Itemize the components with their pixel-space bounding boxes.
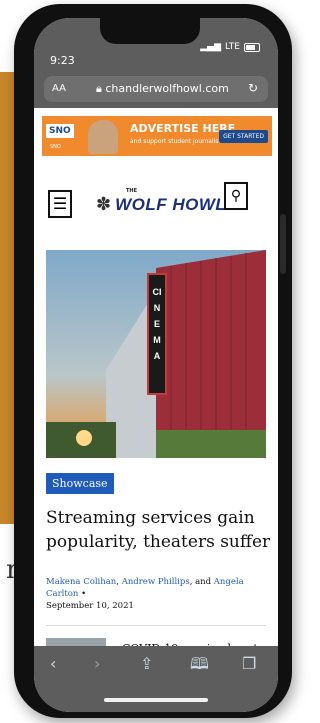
browser-toolbar: ‹ › ⇪ 🕮︎ ❐ bbox=[34, 646, 278, 712]
phone-side-button bbox=[280, 214, 286, 274]
browser-url-bar: AA 🔒︎ chandlerwolfhowl.com ↻ bbox=[34, 74, 278, 108]
hamburger-icon: ☰ bbox=[52, 194, 68, 213]
paw-icon: ✽ bbox=[96, 194, 112, 215]
article-headline[interactable]: Streaming services gain popularity, thea… bbox=[46, 506, 272, 554]
address-field[interactable]: AA 🔒︎ chandlerwolfhowl.com ↻ bbox=[44, 76, 268, 102]
signal-icon: ▂▄▆ bbox=[200, 42, 222, 52]
phone-screen: 9:23 ▂▄▆ LTE AA 🔒︎ chandlerwolfhowl.com … bbox=[34, 18, 278, 712]
search-icon: ⚲ bbox=[230, 188, 242, 204]
status-time: 9:23 bbox=[50, 54, 75, 67]
logo-text: WOLF HOWL bbox=[115, 194, 227, 214]
phone-notch bbox=[100, 18, 200, 44]
author-link[interactable]: Makena Colihan bbox=[46, 577, 116, 587]
ad-subtitle: and support student journalism bbox=[130, 138, 225, 145]
status-indicators: ▂▄▆ LTE bbox=[200, 42, 260, 52]
logo-small-text: THE bbox=[126, 188, 138, 194]
home-indicator[interactable] bbox=[104, 698, 208, 702]
byline-separator: , and bbox=[189, 577, 214, 587]
share-icon[interactable]: ⇪ bbox=[140, 656, 153, 672]
divider bbox=[46, 625, 266, 626]
menu-button[interactable]: ☰ bbox=[48, 190, 72, 218]
byline-separator: • bbox=[78, 589, 87, 599]
battery-icon bbox=[244, 42, 260, 52]
hero-image[interactable]: CINEMA bbox=[46, 250, 266, 458]
tabs-icon[interactable]: ❐ bbox=[242, 656, 256, 672]
ad-sno-subtext: SNO bbox=[50, 144, 61, 150]
site-logo[interactable]: ✽ THE WOLF HOWL bbox=[96, 188, 227, 215]
url-display[interactable]: 🔒︎ chandlerwolfhowl.com bbox=[96, 82, 229, 96]
cinema-sign: CINEMA bbox=[152, 287, 162, 361]
network-label: LTE bbox=[225, 42, 240, 52]
chevron-left-icon[interactable]: ‹ bbox=[50, 656, 56, 672]
category-tag[interactable]: Showcase bbox=[46, 473, 114, 494]
reload-icon[interactable]: ↻ bbox=[248, 81, 258, 95]
reader-settings-button[interactable]: AA bbox=[52, 83, 66, 94]
ad-person-image bbox=[88, 120, 118, 154]
book-icon[interactable]: 🕮︎ bbox=[190, 656, 209, 672]
article-date: September 10, 2021 bbox=[46, 601, 134, 611]
lock-icon: 🔒︎ bbox=[96, 82, 102, 95]
author-link[interactable]: Andrew Phillips bbox=[122, 577, 190, 587]
ad-sno-logo: SNO bbox=[46, 124, 74, 138]
chevron-right-icon[interactable]: › bbox=[94, 656, 100, 672]
phone-frame: 9:23 ▂▄▆ LTE AA 🔒︎ chandlerwolfhowl.com … bbox=[14, 4, 292, 718]
article-byline: Makena Colihan, Andrew Phillips, and Ang… bbox=[46, 576, 272, 612]
ad-banner[interactable]: SNO SNO ADVERTISE HERE and support stude… bbox=[42, 116, 272, 156]
search-button[interactable]: ⚲ bbox=[224, 182, 248, 210]
ad-get-started-button[interactable]: GET STARTED bbox=[219, 130, 268, 143]
url-text: chandlerwolfhowl.com bbox=[105, 82, 229, 95]
